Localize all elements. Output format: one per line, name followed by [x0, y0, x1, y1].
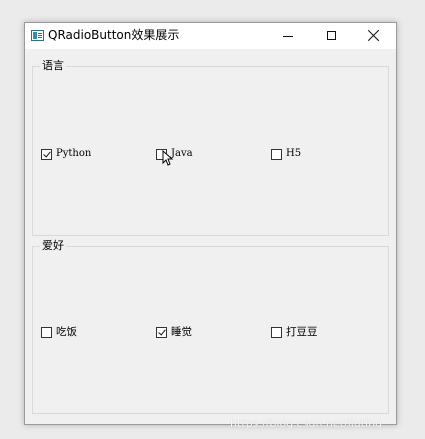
checkbox-box-eat[interactable]	[41, 326, 52, 338]
minimize-icon	[283, 36, 293, 37]
checkbox-label-h5: H5	[286, 148, 302, 159]
group-hobby-title: 爱好	[40, 239, 66, 253]
close-button[interactable]	[352, 23, 396, 49]
checkbox-h5[interactable]: H5	[271, 146, 301, 162]
checkbox-label-sleep: 睡觉	[171, 326, 192, 338]
checkbox-eat[interactable]: 吃饭	[41, 324, 77, 340]
watermark-text: https://blog.csdn.net/liuting	[230, 417, 383, 430]
app-icon	[31, 30, 44, 41]
checkbox-label-beat-doudou: 打豆豆	[286, 326, 318, 338]
checkbox-beat-doudou[interactable]: 打豆豆	[271, 324, 318, 340]
main-window: QRadioButton效果展示 语言 Python Java H5 爱好 吃饭…	[24, 22, 397, 425]
close-icon	[367, 29, 381, 43]
checkbox-python[interactable]: Python	[41, 146, 91, 162]
minimize-button[interactable]	[266, 23, 310, 49]
checkbox-label-java: Java	[171, 148, 193, 159]
checkbox-sleep[interactable]: 睡觉	[156, 324, 192, 340]
title-bar[interactable]: QRadioButton效果展示	[25, 23, 396, 49]
checkbox-box-sleep[interactable]	[156, 326, 167, 338]
maximize-icon	[327, 31, 336, 40]
checkbox-box-python[interactable]	[41, 148, 52, 160]
checkbox-box-beat-doudou[interactable]	[271, 326, 282, 338]
checkbox-label-eat: 吃饭	[56, 326, 77, 338]
checkbox-label-python: Python	[56, 148, 92, 159]
maximize-button[interactable]	[310, 23, 354, 49]
group-language-title: 语言	[40, 59, 66, 73]
mouse-cursor-icon	[162, 150, 173, 166]
group-hobby	[32, 246, 389, 414]
window-title: QRadioButton效果展示	[48, 28, 180, 42]
checkbox-box-h5[interactable]	[271, 148, 282, 160]
